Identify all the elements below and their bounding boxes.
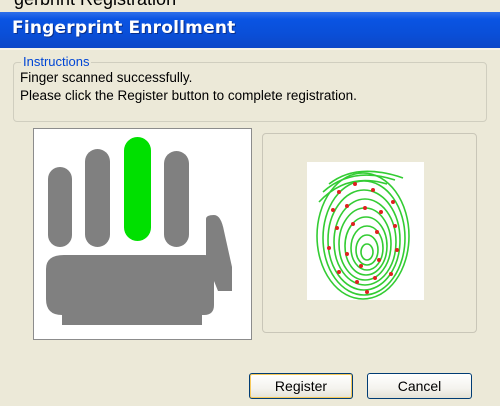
instructions-line-1: Finger scanned successfully.: [20, 70, 193, 85]
fingerprint-icon: [316, 170, 410, 300]
finger-left-middle[interactable]: [124, 137, 151, 241]
instructions-groupbox: Instructions Finger scanned successfully…: [13, 54, 487, 122]
dialog-title: Fingerprint Enrollment: [12, 18, 236, 38]
instructions-legend: Instructions: [21, 54, 92, 69]
instructions-line-2: Please click the Register button to comp…: [20, 88, 357, 103]
dialog-titlebar[interactable]: Fingerprint Enrollment: [0, 12, 500, 50]
hand-finger-selector: [33, 128, 252, 340]
fingerprint-image: [307, 162, 424, 300]
finger-left-index[interactable]: [164, 151, 189, 247]
cancel-button[interactable]: Cancel: [367, 373, 472, 399]
finger-left-ring[interactable]: [85, 149, 110, 247]
register-button[interactable]: Register: [249, 373, 353, 399]
cropped-window-title: gerbrint Registration: [0, 0, 500, 12]
finger-left-pinky[interactable]: [48, 167, 72, 247]
hand-icon: [46, 137, 232, 325]
fingerprint-panel: [262, 133, 477, 333]
hand-palm: [46, 255, 214, 325]
